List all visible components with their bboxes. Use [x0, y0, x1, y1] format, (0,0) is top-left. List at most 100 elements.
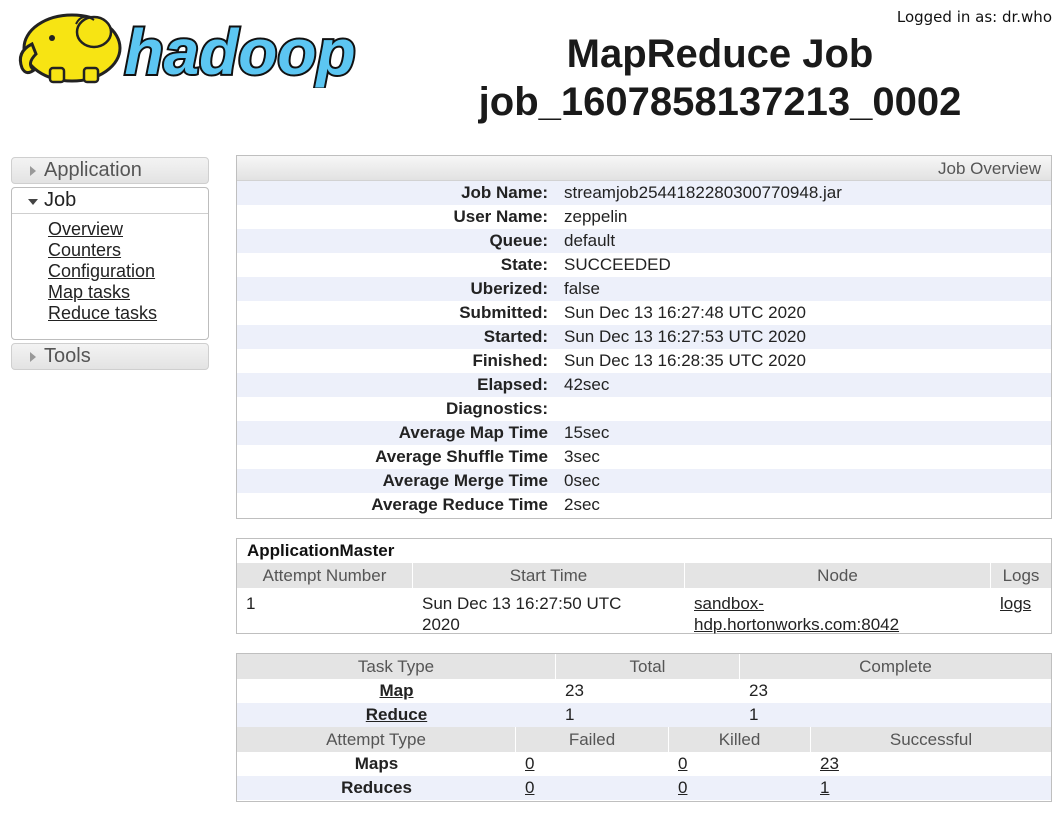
- nav-section-label: Job: [44, 189, 77, 211]
- info-label: State:: [500, 255, 548, 274]
- application-master-header-row: Attempt Number Start Time Node Logs: [237, 563, 1051, 588]
- chevron-down-icon: [28, 199, 38, 205]
- info-value: 0sec: [564, 471, 600, 490]
- info-row-state: State: SUCCEEDED: [237, 253, 1051, 277]
- nav-section-application[interactable]: Application: [11, 157, 209, 184]
- chevron-right-icon: [30, 352, 36, 362]
- node-link[interactable]: sandbox-hdp.hortonworks.com:8042: [694, 594, 899, 634]
- attempt-number-cell: 1: [246, 594, 256, 613]
- info-row-queue: Queue: default: [237, 229, 1051, 253]
- nav-link-map-tasks[interactable]: Map tasks: [48, 282, 208, 303]
- killed-reduces-link[interactable]: 0: [678, 778, 687, 797]
- task-row-reduce: Reduce 1 1: [237, 703, 1051, 727]
- task-type-link-reduce[interactable]: Reduce: [366, 705, 427, 724]
- nav-section-job-header[interactable]: Job: [12, 188, 208, 214]
- task-complete-cell: 1: [749, 705, 759, 724]
- nav-link-counters[interactable]: Counters: [48, 240, 208, 261]
- logged-in-label: Logged in as: dr.who: [896, 8, 1052, 26]
- info-value: Sun Dec 13 16:27:53 UTC 2020: [564, 327, 806, 346]
- attempt-row-reduces: Reduces 0 0 1: [237, 776, 1051, 800]
- info-value: 3sec: [564, 447, 600, 466]
- info-label: Submitted:: [459, 303, 548, 322]
- nav-link-reduce-tasks[interactable]: Reduce tasks: [48, 303, 208, 324]
- task-summary-panel: Task Type Total Complete Map 23 23 Reduc…: [236, 653, 1052, 802]
- nav-section-label: Tools: [44, 345, 91, 367]
- info-row-user-name: User Name: zeppelin: [237, 205, 1051, 229]
- info-label: User Name:: [453, 207, 549, 226]
- info-row-average-shuffle-time: Average Shuffle Time 3sec: [237, 445, 1051, 469]
- info-label: Finished:: [472, 351, 548, 370]
- info-value: Sun Dec 13 16:28:35 UTC 2020: [564, 351, 806, 370]
- info-value: [552, 397, 564, 421]
- nav-link-overview[interactable]: Overview: [48, 219, 208, 240]
- nav-section-label: Application: [44, 159, 142, 181]
- task-summary-header-row: Task Type Total Complete: [237, 654, 1051, 679]
- column-header-total: Total: [556, 654, 740, 679]
- column-header-node[interactable]: Node: [685, 563, 991, 588]
- nav-link-configuration[interactable]: Configuration: [48, 261, 208, 282]
- attempt-failed-cell: 0: [516, 776, 669, 800]
- nav-section-tools[interactable]: Tools: [11, 343, 209, 370]
- column-header-start-time[interactable]: Start Time: [413, 563, 685, 588]
- task-total-cell: 23: [565, 681, 584, 700]
- info-label: Average Map Time: [398, 423, 548, 442]
- info-row-job-name: Job Name: streamjob2544182280300770948.ja…: [237, 181, 1051, 205]
- sidebar-nav: Application Job Overview Counters Config…: [11, 157, 209, 370]
- failed-reduces-link[interactable]: 0: [525, 778, 534, 797]
- chevron-right-icon: [30, 166, 36, 176]
- info-value: false: [564, 279, 600, 298]
- info-label: Queue:: [489, 231, 548, 250]
- attempt-killed-cell: 0: [669, 776, 811, 800]
- application-master-panel: ApplicationMaster Attempt Number Start T…: [236, 538, 1052, 634]
- column-header-attempt-number[interactable]: Attempt Number: [237, 563, 413, 588]
- info-row-diagnostics: Diagnostics:: [237, 397, 1051, 421]
- info-label: Diagnostics:: [445, 399, 548, 418]
- start-time-cell: Sun Dec 13 16:27:50 UTC 2020: [413, 588, 685, 635]
- killed-maps-link[interactable]: 0: [678, 754, 687, 773]
- info-row-uberized: Uberized: false: [237, 277, 1051, 301]
- info-value: 2sec: [564, 495, 600, 514]
- info-label: Average Merge Time: [382, 471, 548, 490]
- info-label: Uberized:: [470, 279, 548, 298]
- info-row-elapsed: Elapsed: 42sec: [237, 373, 1051, 397]
- column-header-attempt-type: Attempt Type: [237, 727, 516, 752]
- svg-text:hadoop: hadoop: [124, 16, 355, 88]
- logs-cell: logs: [991, 588, 1051, 635]
- failed-maps-link[interactable]: 0: [525, 754, 534, 773]
- info-value: zeppelin: [564, 207, 628, 226]
- column-header-successful: Successful: [889, 730, 973, 749]
- job-links: Overview Counters Configuration Map task…: [12, 214, 208, 324]
- column-header-logs[interactable]: Logs: [991, 563, 1051, 588]
- start-time-year: 2020: [422, 615, 460, 634]
- node-cell: sandbox-hdp.hortonworks.com:8042: [685, 588, 991, 635]
- info-value: default: [564, 231, 616, 250]
- info-label: Average Reduce Time: [371, 495, 548, 514]
- successful-maps-link[interactable]: 23: [820, 754, 839, 773]
- task-complete-cell: 23: [749, 681, 768, 700]
- info-value: 42sec: [564, 375, 610, 394]
- logs-link[interactable]: logs: [1000, 594, 1031, 613]
- successful-reduces-link[interactable]: 1: [820, 778, 829, 797]
- info-label: Elapsed:: [477, 375, 548, 394]
- info-label: Job Name:: [461, 183, 548, 202]
- task-type-link-map[interactable]: Map: [380, 681, 414, 700]
- start-time-text: Sun Dec 13 16:27:50 UTC: [422, 594, 622, 613]
- attempt-type-cell: Maps: [354, 754, 399, 773]
- attempt-killed-cell: 0: [669, 752, 811, 776]
- column-header-failed: Failed: [516, 727, 669, 752]
- job-overview-header: Job Overview: [237, 156, 1051, 181]
- task-type-cell: Map: [237, 679, 556, 703]
- application-master-title: ApplicationMaster: [247, 541, 395, 560]
- job-overview-table: Job Name: streamjob2544182280300770948.ja…: [237, 181, 1051, 517]
- info-row-submitted: Submitted: Sun Dec 13 16:27:48 UTC 2020: [237, 301, 1051, 325]
- info-value: Sun Dec 13 16:27:48 UTC 2020: [564, 303, 806, 322]
- info-value: 15sec: [564, 423, 610, 442]
- info-label: Started:: [483, 327, 548, 346]
- attempt-failed-cell: 0: [516, 752, 669, 776]
- info-row-average-reduce-time: Average Reduce Time 2sec: [237, 493, 1051, 517]
- task-row-map: Map 23 23: [237, 679, 1051, 703]
- task-type-cell: Reduce: [237, 703, 556, 727]
- hadoop-logo[interactable]: hadoop: [12, 6, 386, 88]
- info-row-started: Started: Sun Dec 13 16:27:53 UTC 2020: [237, 325, 1051, 349]
- page-title-job-id: job_1607858137213_0002: [478, 80, 962, 124]
